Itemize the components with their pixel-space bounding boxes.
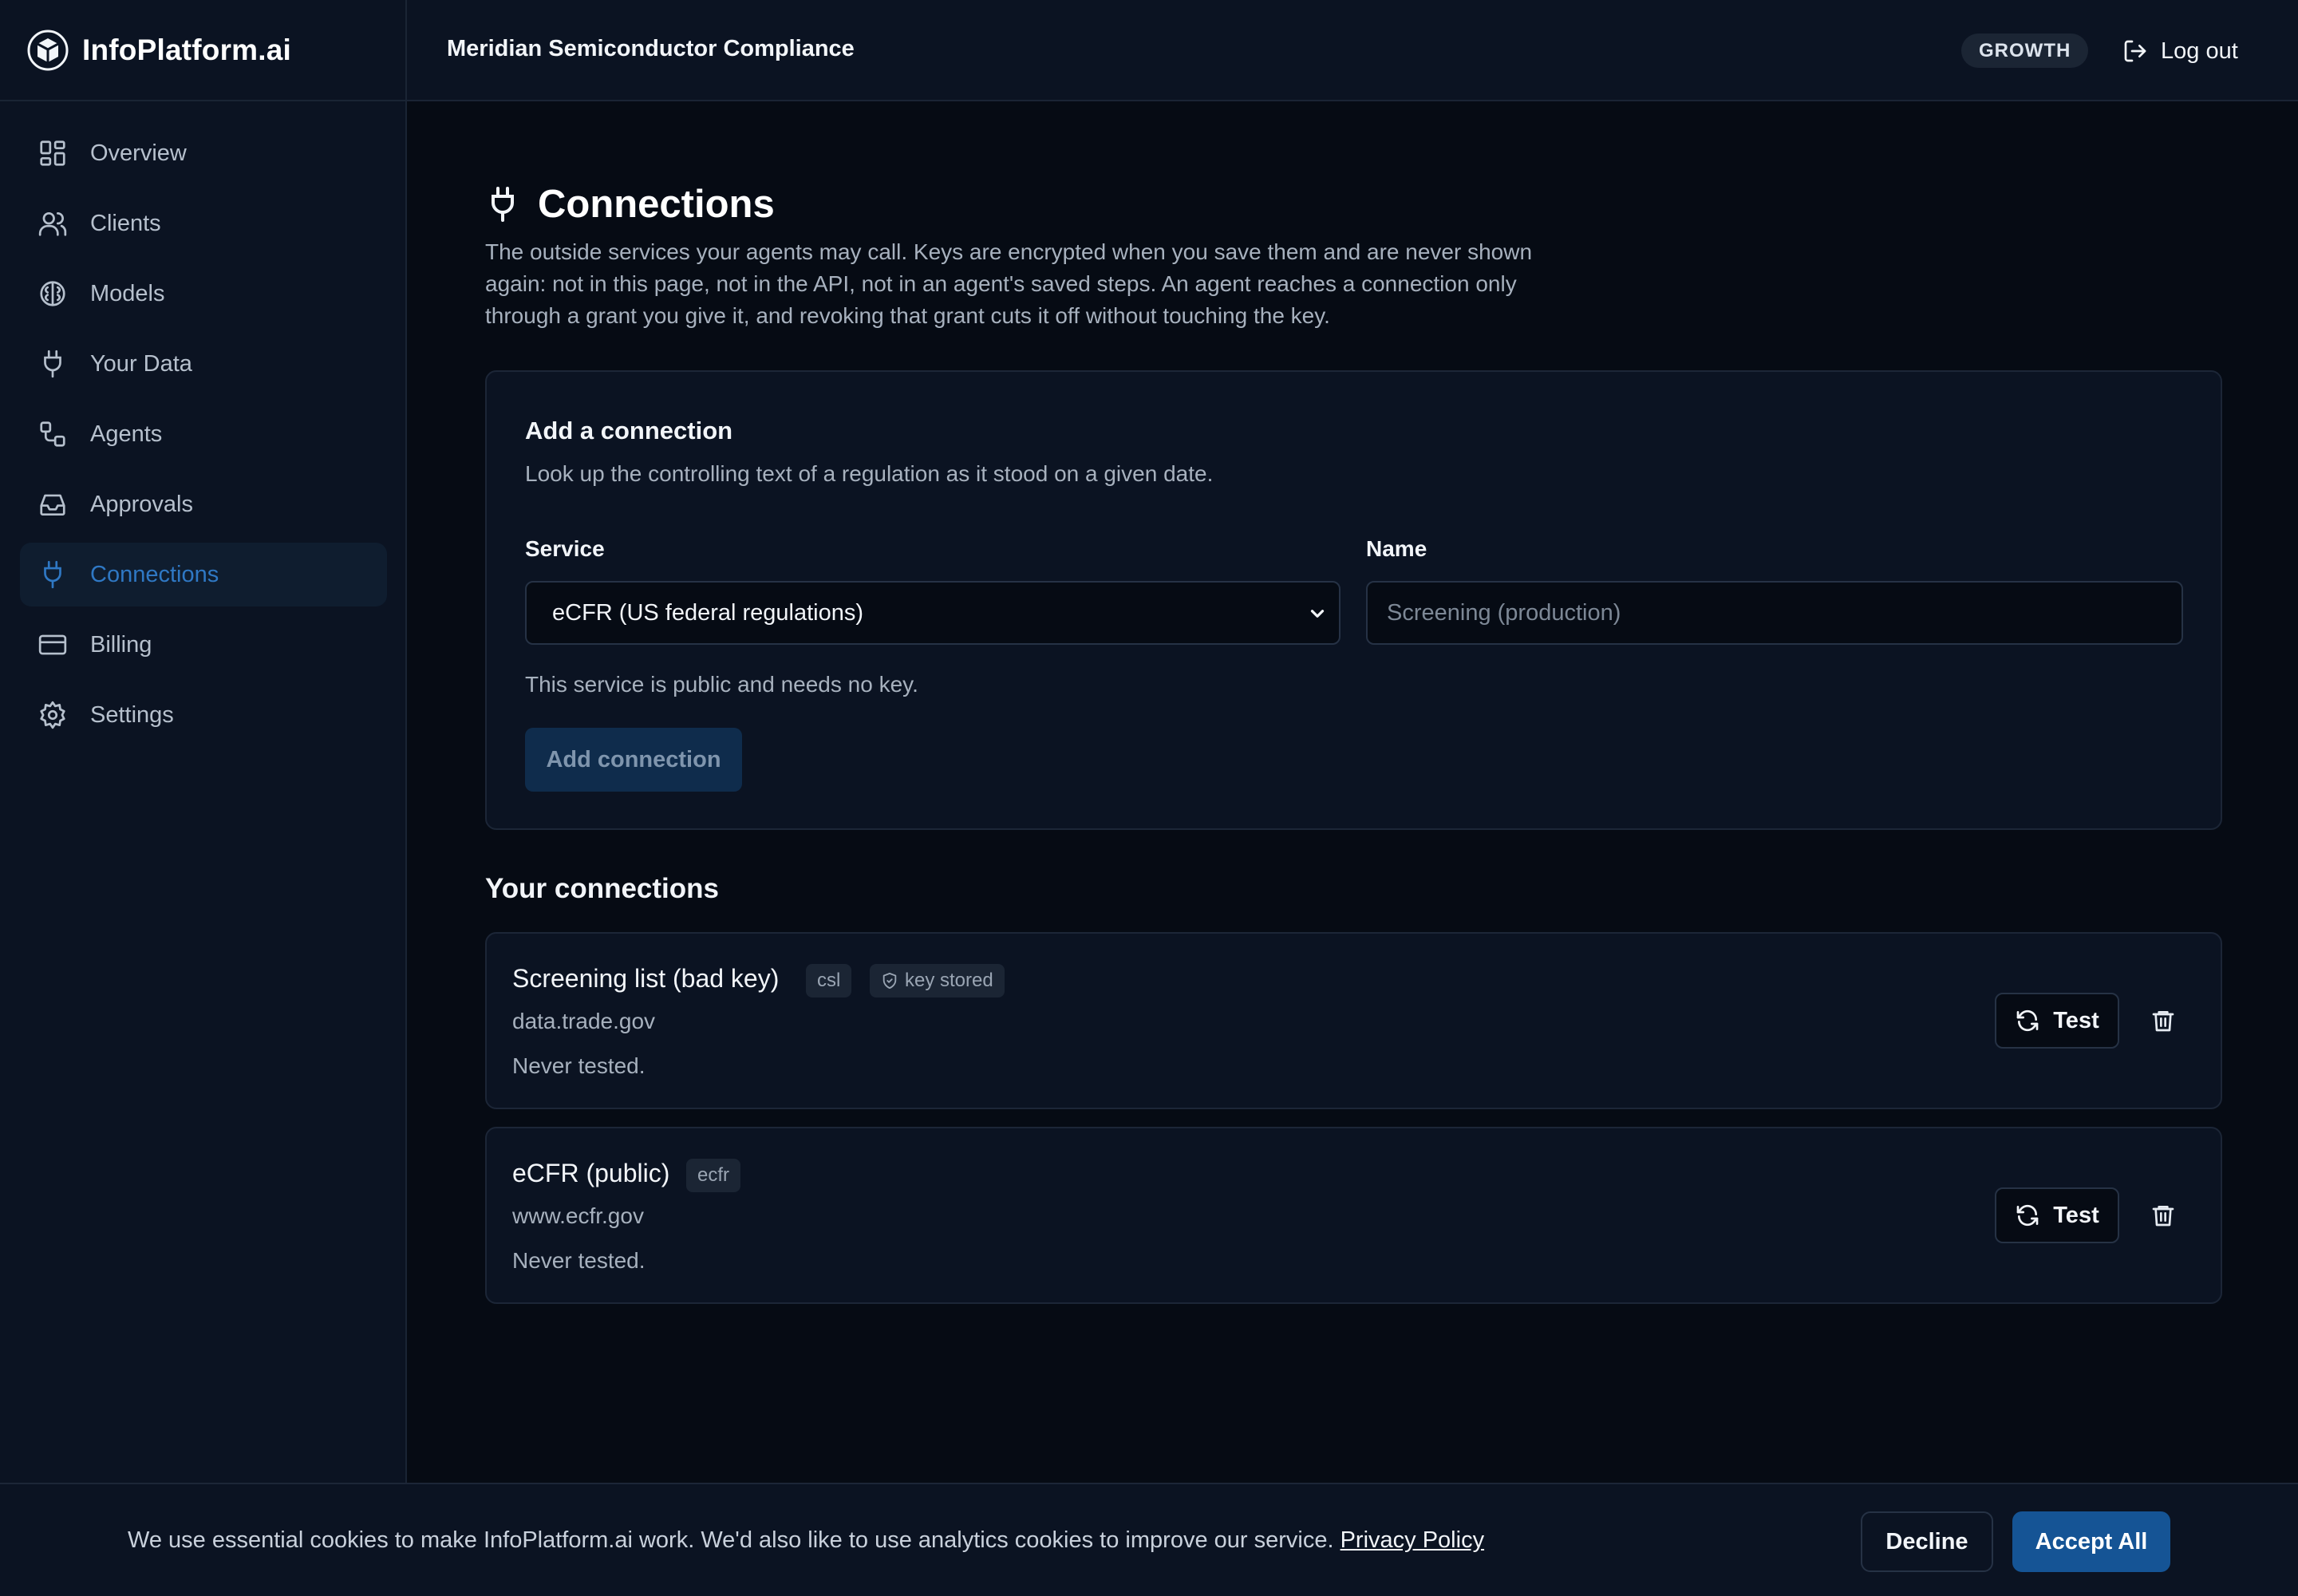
page-header: Connections [485, 182, 775, 227]
key-note: This service is public and needs no key. [525, 672, 918, 697]
connection-name: Screening list (bad key) [512, 964, 780, 993]
connection-host: www.ecfr.gov [512, 1203, 644, 1228]
sidebar-item-label: Connections [90, 561, 219, 587]
refresh-icon [2015, 1203, 2053, 1228]
test-label: Test [2053, 1007, 2099, 1033]
sidebar-item-overview[interactable]: Overview [20, 121, 387, 185]
connection-card: Screening list (bad key) csl key stored … [485, 932, 2222, 1109]
name-label: Name [1366, 536, 1427, 561]
connection-type-tag: csl [806, 964, 852, 998]
logout-icon [2122, 38, 2161, 64]
sidebar-item-connections[interactable]: Connections [20, 543, 387, 606]
sidebar-item-models[interactable]: Models [20, 262, 387, 326]
refresh-icon [2015, 1008, 2053, 1033]
sidebar-item-settings[interactable]: Settings [20, 683, 387, 747]
top-bar: InfoPlatform.ai Meridian Semiconductor C… [0, 0, 2298, 101]
users-icon [38, 208, 90, 239]
add-connection-button[interactable]: Add connection [525, 728, 742, 792]
cookie-message: We use essential cookies to make InfoPla… [128, 1527, 1334, 1553]
plan-badge: GROWTH [1961, 34, 2089, 68]
sidebar-item-label: Clients [90, 210, 161, 236]
gear-icon [38, 700, 90, 730]
service-select[interactable]: eCFR (US federal regulations) [525, 581, 1340, 645]
inbox-icon [38, 489, 90, 519]
sidebar-item-agents[interactable]: Agents [20, 402, 387, 466]
sidebar-item-billing[interactable]: Billing [20, 613, 387, 677]
sidebar-item-label: Billing [90, 631, 152, 658]
add-connection-card: Add a connection Look up the controlling… [485, 370, 2222, 830]
privacy-policy-link[interactable]: Privacy Policy [1340, 1527, 1485, 1553]
credit-card-icon [38, 630, 90, 660]
test-label: Test [2053, 1202, 2099, 1228]
brain-icon [38, 279, 90, 309]
trash-icon [2150, 1008, 2176, 1033]
sidebar-item-your-data[interactable]: Your Data [20, 332, 387, 396]
chevron-down-icon [1307, 603, 1328, 624]
connection-status: Never tested. [512, 1053, 646, 1078]
cube-logo-icon [26, 29, 69, 72]
test-connection-button[interactable]: Test [1995, 993, 2119, 1049]
plug-icon [38, 559, 90, 590]
trash-icon [2150, 1203, 2176, 1228]
delete-connection-button[interactable] [2145, 1002, 2182, 1039]
connection-name-input[interactable] [1366, 581, 2183, 645]
cookie-text: We use essential cookies to make InfoPla… [128, 1527, 1484, 1554]
service-description: Look up the controlling text of a regula… [525, 461, 1214, 486]
workflow-icon [38, 419, 90, 449]
connection-card: eCFR (public) ecfr www.ecfr.gov Never te… [485, 1127, 2222, 1304]
cookie-banner: We use essential cookies to make InfoPla… [0, 1483, 2298, 1596]
sidebar-item-label: Your Data [90, 350, 192, 377]
brand-name: InfoPlatform.ai [82, 33, 292, 66]
sidebar-item-clients[interactable]: Clients [20, 192, 387, 255]
connection-type-tag: ecfr [686, 1159, 741, 1192]
add-connection-title: Add a connection [525, 417, 733, 444]
sidebar-item-label: Models [90, 280, 165, 306]
connection-status: Never tested. [512, 1248, 646, 1273]
accept-cookies-button[interactable]: Accept All [2012, 1511, 2170, 1572]
key-stored-badge: key stored [870, 964, 1005, 998]
sidebar-item-label: Approvals [90, 491, 193, 517]
sidebar-item-approvals[interactable]: Approvals [20, 472, 387, 536]
service-selected-value: eCFR (US federal regulations) [552, 599, 864, 626]
your-connections-title: Your connections [485, 873, 719, 904]
grid-icon [38, 138, 90, 168]
plug-icon [38, 349, 90, 379]
delete-connection-button[interactable] [2145, 1197, 2182, 1234]
connection-name: eCFR (public) [512, 1159, 670, 1187]
test-connection-button[interactable]: Test [1995, 1187, 2119, 1243]
sidebar: Overview Clients Models Your Data Agents… [0, 101, 407, 1596]
sidebar-item-label: Settings [90, 701, 174, 728]
plug-icon [485, 185, 520, 223]
service-label: Service [525, 536, 605, 561]
key-stored-label: key stored [905, 970, 993, 991]
page-description: The outside services your agents may cal… [485, 239, 1533, 328]
sidebar-item-label: Overview [90, 140, 187, 166]
connection-host: data.trade.gov [512, 1009, 656, 1033]
shield-check-icon [881, 972, 905, 990]
page-title: Connections [538, 183, 775, 226]
brand[interactable]: InfoPlatform.ai [0, 0, 407, 100]
sidebar-item-label: Agents [90, 421, 163, 447]
decline-cookies-button[interactable]: Decline [1861, 1511, 1993, 1572]
organization-name: Meridian Semiconductor Compliance [447, 36, 855, 61]
logout-button[interactable]: Log out [2122, 32, 2238, 70]
logout-label: Log out [2161, 38, 2238, 64]
